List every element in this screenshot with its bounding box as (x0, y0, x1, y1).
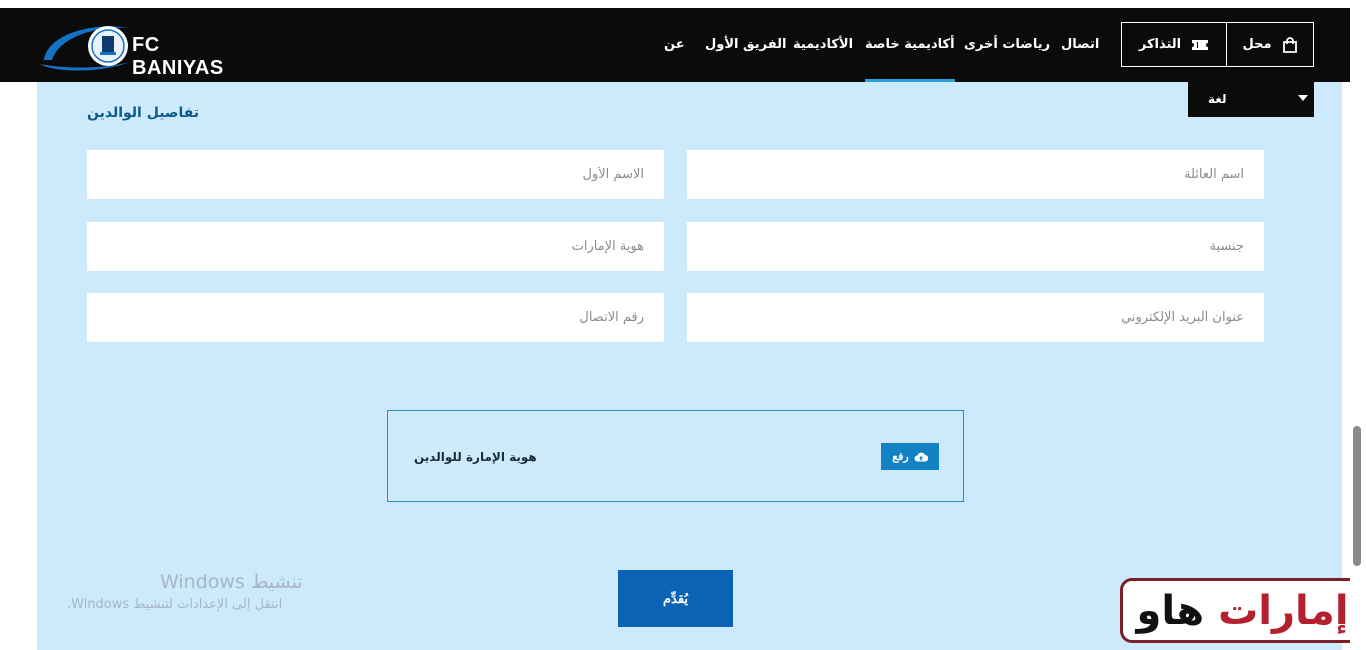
first-name-field[interactable] (87, 150, 664, 199)
shopping-bag-icon (1282, 36, 1297, 53)
logo-text: FC BANIYAS (132, 34, 224, 79)
windows-activation-subtitle: انتقل إلى الإعدادات لتنشيط Windows. (67, 597, 283, 612)
nav-item-academy[interactable]: الأكاديمية (793, 8, 853, 82)
language-label: لغة (1208, 92, 1227, 106)
nationality-field[interactable] (687, 222, 1264, 271)
site-header: FC BANIYAS عن الفريق الأول الأكاديمية أك… (0, 8, 1350, 82)
upload-button[interactable]: رفع (881, 443, 939, 470)
upload-label: هوية الإمارة للوالدين (414, 450, 537, 464)
ticket-icon (1192, 39, 1209, 50)
parent-details-section: تفاصيل الوالدين لغة هوية الإمارة للوالدي… (37, 82, 1342, 650)
shop-label: محل (1242, 37, 1272, 52)
cloud-upload-icon (914, 452, 928, 461)
parent-id-upload: هوية الإمارة للوالدين رفع (387, 410, 964, 502)
top-strip (0, 0, 1366, 8)
windows-activation-title: تنشيط Windows (160, 571, 303, 593)
watermark-part2: هاو (1136, 587, 1205, 634)
emirates-id-field[interactable] (87, 222, 664, 271)
nav-item-about[interactable]: عن (664, 8, 685, 82)
nav-item-contact[interactable]: اتصال (1061, 8, 1099, 82)
site-watermark: إمارات هاو (1120, 578, 1365, 643)
caret-down-icon (1298, 95, 1308, 101)
submit-button[interactable]: يُقدِّم (618, 570, 733, 627)
tickets-label: التذاكر (1138, 37, 1182, 52)
family-name-field[interactable] (687, 150, 1264, 199)
email-field[interactable] (687, 293, 1264, 342)
club-logo[interactable]: FC BANIYAS (38, 20, 248, 79)
upload-button-label: رفع (892, 451, 909, 463)
watermark-part1: إمارات (1218, 587, 1349, 634)
language-select[interactable]: لغة (1188, 82, 1314, 117)
phone-field[interactable] (87, 293, 664, 342)
section-title: تفاصيل الوالدين (87, 105, 200, 121)
logo-emblem-icon (40, 26, 130, 71)
shop-button[interactable]: محل (1226, 22, 1314, 67)
nav-item-first-team[interactable]: الفريق الأول (705, 8, 786, 82)
nav-item-private-academy[interactable]: أكاديمية خاصة (865, 8, 955, 82)
scrollbar-thumb[interactable] (1353, 426, 1361, 566)
tickets-button[interactable]: التذاكر (1121, 22, 1227, 67)
nav-item-other-sports[interactable]: رياضات أخرى (964, 8, 1050, 82)
